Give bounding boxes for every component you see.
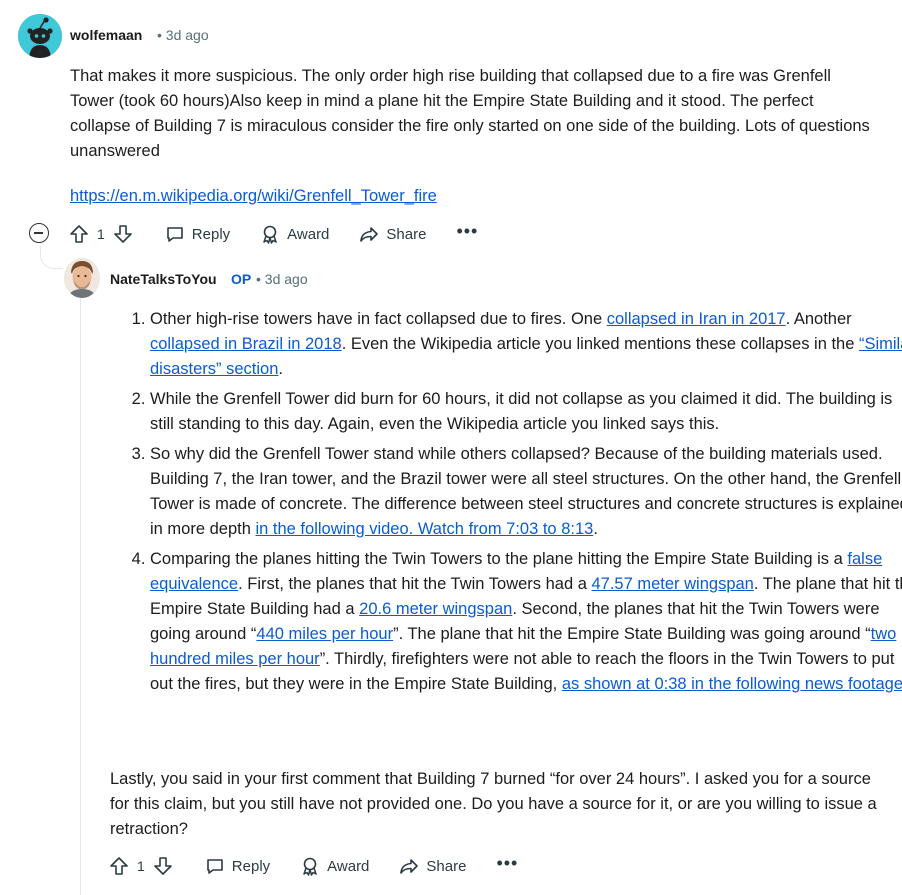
comment-bubble-icon: [206, 859, 223, 874]
vote-group: 1: [69, 224, 133, 244]
comment-author[interactable]: wolfemaan: [70, 27, 142, 43]
share-button[interactable]: Share: [359, 224, 426, 244]
award-button[interactable]: Award: [260, 224, 329, 244]
list-item: Comparing the planes hitting the Twin To…: [150, 547, 902, 697]
vote-count: 1: [97, 226, 105, 242]
more-options-icon[interactable]: •••: [496, 854, 518, 872]
reply-button[interactable]: Reply: [205, 856, 270, 876]
downvote-icon[interactable]: [153, 856, 173, 876]
user-avatar[interactable]: [64, 258, 100, 298]
vote-count: 1: [137, 858, 145, 874]
share-label: Share: [386, 225, 427, 243]
share-icon: [360, 227, 379, 242]
upvote-icon[interactable]: [69, 224, 89, 244]
award-label: Award: [287, 225, 330, 243]
share-label: Share: [426, 857, 467, 875]
list-text: . First, the planes that hit the Twin To…: [238, 575, 592, 593]
list-item: So why did the Grenfell Tower stand whil…: [150, 442, 902, 542]
award-icon: [263, 225, 277, 244]
list-text: Other high-rise towers have in fact coll…: [150, 310, 607, 328]
downvote-icon[interactable]: [113, 224, 133, 244]
comment-author[interactable]: NateTalksToYou: [110, 271, 217, 287]
upvote-icon[interactable]: [109, 856, 129, 876]
list-text: . Even the Wikipedia article you linked …: [341, 335, 859, 353]
comment-numbered-list: Other high-rise towers have in fact coll…: [110, 307, 902, 697]
award-label: Award: [327, 857, 370, 875]
comment-paragraph: That makes it more suspicious. The only …: [70, 67, 870, 160]
comment-action-bar: 1 Reply Award Share •••: [69, 220, 508, 248]
comment-timestamp[interactable]: • 3d ago: [256, 271, 308, 287]
list-item: Other high-rise towers have in fact coll…: [150, 307, 902, 382]
award-button[interactable]: Award: [300, 856, 369, 876]
comment-action-bar: 1 Reply Award Share •••: [109, 852, 548, 880]
list-text: .: [278, 360, 283, 378]
share-icon: [400, 859, 419, 874]
brazil-collapse-link[interactable]: collapsed in Brazil in 2018: [150, 335, 342, 353]
list-text: .: [593, 520, 598, 538]
list-item: While the Grenfell Tower did burn for 60…: [150, 387, 902, 437]
award-icon: [303, 857, 317, 876]
wingspan-link[interactable]: 20.6 meter wingspan: [359, 600, 512, 618]
snoo-avatar[interactable]: [18, 14, 62, 58]
op-badge: OP: [231, 271, 252, 287]
collapse-thread-button[interactable]: [29, 223, 49, 243]
list-text: . Another: [785, 310, 852, 328]
wingspan-link[interactable]: 47.57 meter wingspan: [592, 575, 754, 593]
news-footage-link[interactable]: as shown at 0:38 in the following news f…: [562, 675, 902, 693]
iran-collapse-link[interactable]: collapsed in Iran in 2017: [607, 310, 786, 328]
profile-photo-icon: [64, 258, 100, 298]
list-text: While the Grenfell Tower did burn for 60…: [150, 390, 893, 433]
snoo-icon: [18, 14, 62, 58]
comment-bubble-icon: [166, 227, 183, 242]
list-text: Comparing the planes hitting the Twin To…: [150, 550, 848, 568]
vote-group: 1: [109, 856, 173, 876]
reply-button[interactable]: Reply: [165, 224, 230, 244]
thread-connector: [40, 246, 63, 269]
comment-paragraph: Lastly, you said in your first comment t…: [110, 770, 877, 838]
thread-line[interactable]: [80, 258, 81, 895]
comment-timestamp[interactable]: • 3d ago: [157, 27, 209, 43]
wikipedia-link[interactable]: https://en.m.wikipedia.org/wiki/Grenfell…: [70, 187, 437, 205]
speed-link[interactable]: 440 miles per hour: [256, 625, 393, 643]
share-button[interactable]: Share: [399, 856, 466, 876]
comment-body: That makes it more suspicious. The only …: [70, 64, 870, 209]
more-options-icon[interactable]: •••: [456, 222, 478, 240]
reply-label: Reply: [231, 857, 271, 875]
video-link[interactable]: in the following video. Watch from 7:03 …: [255, 520, 593, 538]
list-text: ”. The plane that hit the Empire State B…: [393, 625, 871, 643]
reply-label: Reply: [191, 225, 231, 243]
